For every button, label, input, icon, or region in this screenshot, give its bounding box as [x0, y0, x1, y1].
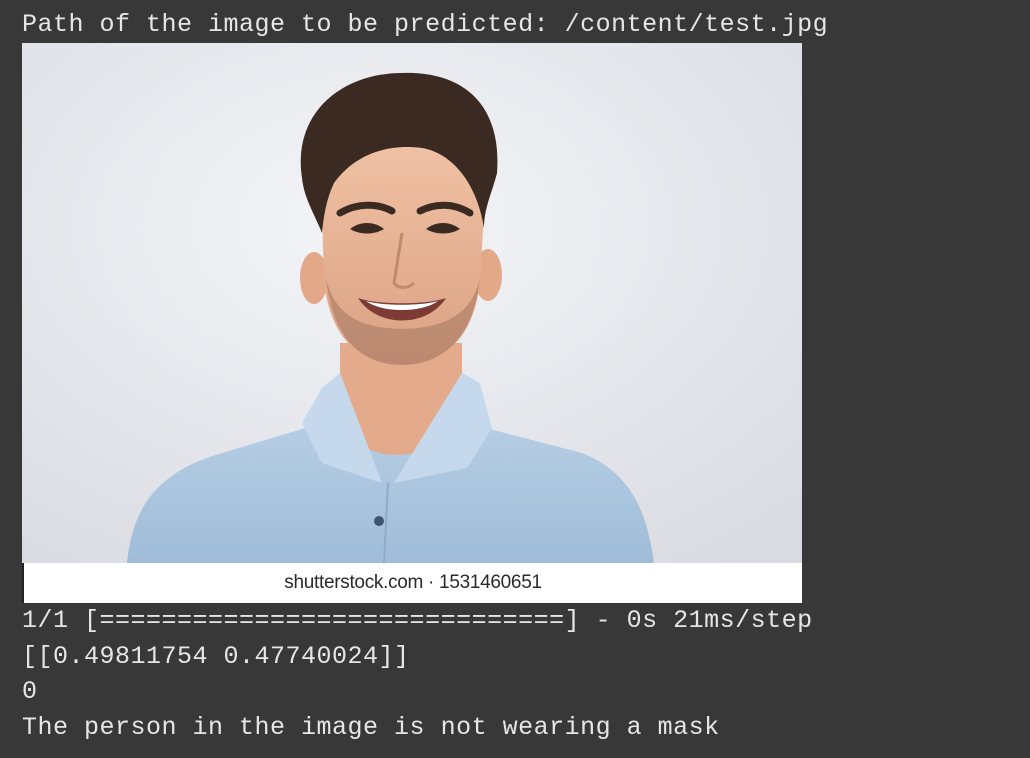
result-message: The person in the image is not wearing a…: [22, 713, 720, 742]
image-path-text: Path of the image to be predicted: /cont…: [22, 10, 829, 39]
test-image: shutterstock.com · 1531460651: [22, 43, 802, 603]
notebook-output-cell: Path of the image to be predicted: /cont…: [0, 0, 1030, 758]
portrait-photo: [22, 43, 802, 563]
progress-bar-text: 1/1 [==============================] - 0…: [22, 606, 813, 635]
watermark-caption: shutterstock.com · 1531460651: [22, 563, 802, 603]
prediction-probabilities: [[0.49811754 0.47740024]]: [22, 642, 410, 671]
predicted-class: 0: [22, 677, 38, 706]
